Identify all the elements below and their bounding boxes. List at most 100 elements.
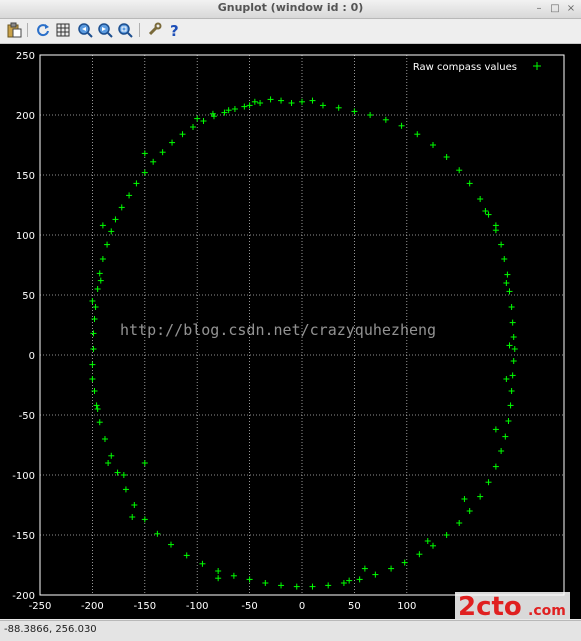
- data-point: [120, 472, 127, 478]
- data-point: [150, 158, 157, 165]
- data-point: [183, 552, 190, 559]
- data-point: [141, 516, 148, 523]
- zoom-next-icon: [98, 23, 113, 38]
- data-point: [159, 149, 166, 156]
- data-point: [278, 97, 285, 104]
- data-point: [278, 582, 285, 589]
- corner-logo: 2cto .com: [455, 592, 570, 622]
- data-point: [93, 402, 100, 409]
- previous-zoom-button[interactable]: [77, 22, 93, 38]
- status-bar: -88.3866, 256.030: [0, 620, 581, 641]
- data-point: [367, 112, 374, 118]
- data-point: [325, 582, 332, 589]
- data-point: [194, 115, 201, 122]
- data-point: [398, 122, 405, 129]
- data-point: [99, 222, 106, 229]
- data-point: [351, 108, 358, 115]
- data-point: [485, 211, 492, 218]
- data-point: [108, 452, 115, 459]
- copy-to-clipboard-button[interactable]: [6, 22, 22, 38]
- data-point: [477, 196, 484, 202]
- data-point: [231, 106, 238, 112]
- data-point: [503, 376, 510, 382]
- data-point: [511, 346, 518, 352]
- data-point: [215, 575, 222, 582]
- data-point: [179, 131, 186, 138]
- data-point: [503, 280, 510, 286]
- settings-button[interactable]: [146, 22, 162, 38]
- data-point: [382, 116, 389, 123]
- data-point: [97, 277, 104, 284]
- y-tick-label: -100: [12, 471, 35, 482]
- x-tick-label: 100: [397, 601, 416, 612]
- corner-logo-domain: .com: [528, 603, 566, 619]
- replot-button[interactable]: [35, 22, 51, 38]
- data-point: [96, 419, 103, 426]
- x-tick-label: 0: [299, 601, 305, 612]
- data-point: [105, 460, 112, 466]
- data-point: [94, 406, 101, 412]
- data-point: [90, 346, 97, 352]
- mouse-coordinates: -88.3866, 256.030: [4, 624, 97, 635]
- data-point: [416, 551, 423, 558]
- data-point: [92, 304, 99, 310]
- data-point: [262, 580, 269, 586]
- minimize-button[interactable]: –: [532, 2, 546, 16]
- clipboard-icon: [7, 22, 22, 38]
- data-point: [118, 204, 125, 211]
- gnuplot-window: Gnuplot (window id : 0) – □ × ? -250 -20…: [0, 0, 581, 641]
- data-point: [461, 496, 468, 502]
- y-tick-label: -50: [19, 411, 35, 422]
- legend: Raw compass values: [413, 62, 541, 73]
- x-tick-label: -200: [81, 601, 104, 612]
- next-zoom-button[interactable]: [97, 22, 113, 38]
- zoom-fit-icon: [118, 23, 133, 38]
- y-tick-label: 50: [22, 291, 35, 302]
- data-point: [508, 304, 515, 310]
- data-point: [215, 568, 222, 574]
- data-point: [246, 576, 253, 583]
- data-point: [141, 150, 148, 157]
- data-point: [90, 330, 97, 337]
- data-point: [501, 256, 508, 262]
- data-point: [199, 560, 206, 567]
- data-point: [309, 97, 316, 104]
- data-point: [510, 334, 517, 340]
- data-points: [89, 96, 518, 590]
- data-point: [466, 180, 473, 187]
- data-point: [335, 104, 342, 111]
- data-point: [401, 559, 408, 566]
- data-point: [251, 98, 258, 105]
- data-point: [299, 98, 305, 105]
- plot-canvas[interactable]: -250 -200 -150 -100 -50 0 50 100 -200 -150 -100 -50…: [0, 44, 581, 622]
- data-point: [361, 565, 368, 572]
- close-button[interactable]: ×: [564, 2, 578, 16]
- maximize-button[interactable]: □: [548, 2, 562, 16]
- data-point: [502, 433, 509, 440]
- title-bar[interactable]: Gnuplot (window id : 0) – □ ×: [0, 0, 581, 19]
- help-button[interactable]: ?: [166, 22, 182, 38]
- window-title: Gnuplot (window id : 0): [217, 1, 364, 14]
- data-point: [241, 103, 248, 110]
- zoom-previous-icon: [78, 23, 93, 38]
- data-point: [230, 572, 237, 579]
- toolbar: ?: [0, 19, 581, 44]
- data-point: [424, 538, 431, 544]
- data-point: [96, 270, 103, 277]
- y-tick-label: 250: [16, 51, 35, 62]
- data-point: [319, 102, 326, 109]
- data-point: [466, 508, 473, 514]
- y-tick-label: 150: [16, 171, 35, 182]
- data-point: [485, 479, 492, 486]
- svg-text:?: ?: [170, 22, 179, 38]
- data-point: [477, 493, 484, 500]
- data-point: [168, 541, 174, 548]
- data-point: [108, 228, 115, 235]
- data-point: [257, 100, 264, 106]
- toggle-grid-button[interactable]: [55, 22, 71, 38]
- grid-icon: [56, 23, 70, 37]
- data-point: [430, 142, 436, 148]
- data-point: [293, 583, 300, 590]
- data-point: [506, 288, 513, 295]
- autoscale-button[interactable]: [117, 22, 133, 38]
